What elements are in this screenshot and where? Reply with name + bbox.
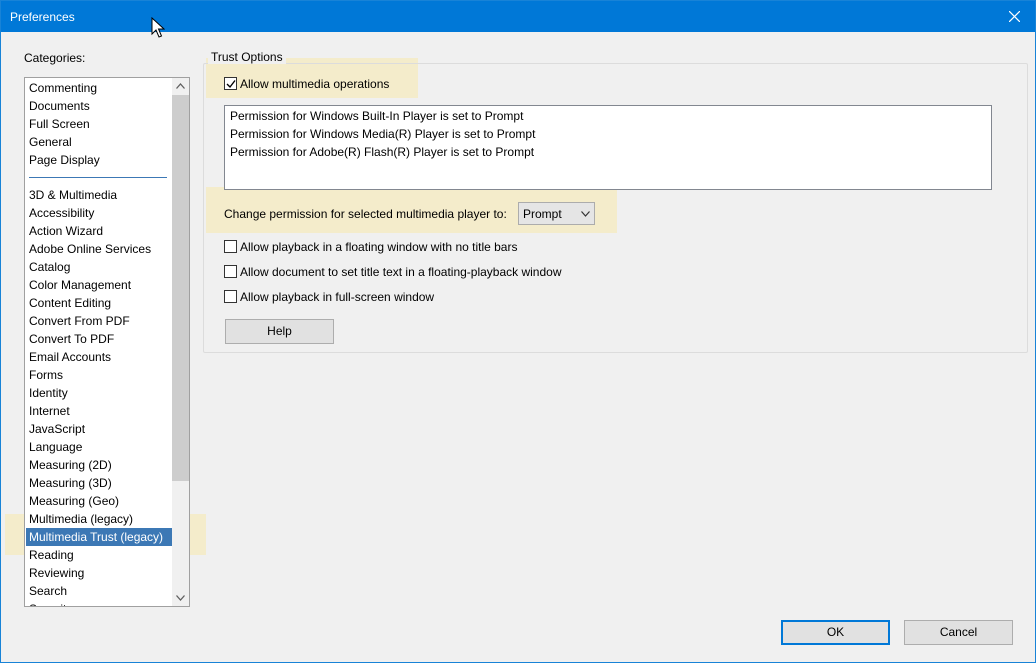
mouse-pointer-icon (151, 17, 165, 38)
preferences-dialog: Preferences Categories: Commenting Docume… (0, 0, 1036, 663)
full-screen-label[interactable]: Allow playback in full-screen window (240, 290, 434, 304)
category-item[interactable]: Search (26, 582, 172, 600)
categories-scrollbar[interactable] (172, 78, 189, 606)
trust-options-title: Trust Options (208, 50, 286, 64)
category-item[interactable]: Security (26, 600, 172, 606)
window-title: Preferences (10, 10, 75, 24)
category-item[interactable]: Forms (26, 366, 172, 384)
permission-select-value: Prompt (523, 207, 562, 221)
category-item[interactable]: Color Management (26, 276, 172, 294)
permission-item[interactable]: Permission for Windows Media(R) Player i… (230, 127, 535, 141)
close-icon (1009, 11, 1020, 22)
chevron-down-icon (581, 211, 590, 217)
category-item[interactable]: Identity (26, 384, 172, 402)
category-item[interactable]: Adobe Online Services (26, 240, 172, 258)
category-item[interactable]: General (26, 133, 172, 151)
category-item[interactable]: JavaScript (26, 420, 172, 438)
floating-window-checkbox[interactable] (224, 240, 237, 253)
permission-item[interactable]: Permission for Windows Built-In Player i… (230, 109, 523, 123)
permission-select[interactable]: Prompt (518, 202, 595, 225)
category-item[interactable]: Email Accounts (26, 348, 172, 366)
category-item[interactable]: Internet (26, 402, 172, 420)
category-item[interactable]: Catalog (26, 258, 172, 276)
category-item[interactable]: Convert From PDF (26, 312, 172, 330)
full-screen-checkbox[interactable] (224, 290, 237, 303)
allow-multimedia-label[interactable]: Allow multimedia operations (240, 77, 389, 91)
categories-list[interactable]: Commenting Documents Full Screen General Pag… (24, 77, 190, 607)
category-item[interactable]: 3D & Multimedia (26, 186, 172, 204)
cancel-button-label: Cancel (939, 625, 978, 639)
category-item[interactable]: Accessibility (26, 204, 172, 222)
cancel-button[interactable]: Cancel (904, 620, 1013, 645)
ok-button-label: OK (826, 625, 845, 639)
player-permissions-list[interactable]: Permission for Windows Built-In Player i… (224, 105, 992, 190)
change-permission-label: Change permission for selected multimedi… (224, 207, 507, 221)
categories-label: Categories: (24, 51, 86, 65)
title-text-label[interactable]: Allow document to set title text in a fl… (240, 265, 562, 279)
title-text-checkbox[interactable] (224, 265, 237, 278)
category-item[interactable]: Documents (26, 97, 172, 115)
category-item[interactable]: Action Wizard (26, 222, 172, 240)
category-item[interactable]: Convert To PDF (26, 330, 172, 348)
allow-multimedia-checkbox[interactable] (224, 77, 237, 90)
category-item-selected[interactable]: Multimedia Trust (legacy) (26, 528, 172, 546)
category-item[interactable]: Content Editing (26, 294, 172, 312)
help-button-label: Help (267, 324, 292, 338)
category-item[interactable]: Measuring (Geo) (26, 492, 172, 510)
category-item[interactable]: Language (26, 438, 172, 456)
permission-item[interactable]: Permission for Adobe(R) Flash(R) Player … (230, 145, 534, 159)
checkmark-icon (226, 80, 236, 89)
category-item[interactable]: Multimedia (legacy) (26, 510, 172, 528)
scroll-down-icon[interactable] (176, 595, 185, 601)
category-item[interactable]: Measuring (2D) (26, 456, 172, 474)
categories-separator (29, 177, 167, 178)
help-button[interactable]: Help (225, 319, 334, 344)
scrollbar-thumb[interactable] (172, 95, 189, 481)
category-item[interactable]: Full Screen (26, 115, 172, 133)
category-item[interactable]: Page Display (26, 151, 172, 169)
close-button[interactable] (995, 1, 1035, 32)
category-item[interactable]: Measuring (3D) (26, 474, 172, 492)
category-item[interactable]: Reading (26, 546, 172, 564)
category-item[interactable]: Commenting (26, 79, 172, 97)
ok-button[interactable]: OK (781, 620, 890, 645)
scroll-up-icon[interactable] (176, 83, 185, 89)
floating-window-label[interactable]: Allow playback in a floating window with… (240, 240, 517, 254)
category-item[interactable]: Reviewing (26, 564, 172, 582)
